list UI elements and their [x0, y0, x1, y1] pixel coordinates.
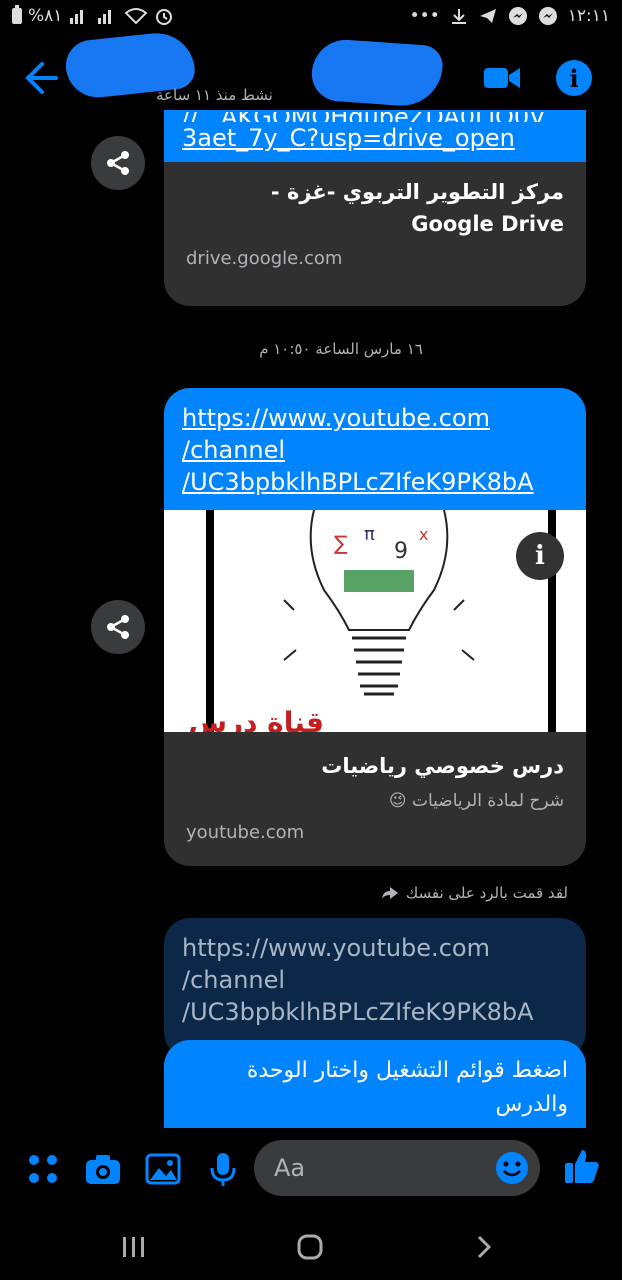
redacted-contact-name[interactable]	[309, 37, 445, 109]
youtube-link-card[interactable]: https://www.youtube.com /channel /UC3bpb…	[164, 388, 586, 866]
youtube-link-line-3: /UC3bpbklhBPLcZIfeK9PK8bA	[182, 468, 534, 496]
recent-apps-icon	[123, 1237, 144, 1257]
composer-bar	[0, 1128, 622, 1212]
clock: ١٢:١١	[567, 6, 610, 26]
thumbnail-caption: قناة درس	[188, 706, 324, 732]
status-bar: %٨١ ••• ١٢:١١	[0, 0, 622, 36]
quoted-line-2: /channel	[182, 966, 286, 994]
camera-icon[interactable]	[84, 1150, 122, 1188]
active-status: نشط منذ ١١ ساعة	[156, 86, 273, 104]
youtube-card-title: درس خصوصي رياضيات	[321, 754, 564, 778]
youtube-card-domain: youtube.com	[186, 822, 305, 843]
back-button[interactable]	[464, 1230, 504, 1264]
thumbnail-info-icon[interactable]: i	[516, 532, 564, 580]
youtube-link-line-1: https://www.youtube.com	[182, 404, 490, 432]
reply-arrow-icon	[381, 887, 398, 899]
sent-message-bubble[interactable]: اضغط قوائم التشغيل واختار الوحدة والدرس	[164, 1040, 586, 1130]
message-timestamp: ١٦ مارس الساعة ١٠:٥٠ م	[259, 340, 423, 358]
messenger-icon-2	[538, 7, 557, 25]
drive-link-card[interactable]: //...AKGOMOHdupeZDA0LjO0V 3aet_7y_C?usp=…	[164, 110, 586, 306]
youtube-link[interactable]: https://www.youtube.com /channel /UC3bpb…	[164, 388, 586, 510]
wifi-icon	[124, 8, 148, 25]
messenger-icon	[508, 7, 527, 25]
quoted-message[interactable]: https://www.youtube.com /channel /UC3bpb…	[164, 918, 586, 1058]
share-icon[interactable]	[91, 136, 145, 190]
home-icon	[297, 1234, 323, 1260]
reply-note-text: لقد قمت بالرد على نفسك	[405, 884, 568, 902]
svg-text:∑: ∑	[334, 531, 348, 555]
svg-text:9: 9	[394, 539, 408, 564]
signal-icon	[70, 10, 84, 24]
quoted-line-3: /UC3bpbklhBPLcZIfeK9PK8bA	[182, 998, 534, 1026]
home-button[interactable]	[290, 1230, 330, 1264]
recent-apps-button[interactable]	[114, 1230, 154, 1264]
chevron-right-icon	[477, 1235, 492, 1259]
drive-link-text: 3aet_7y_C?usp=drive_open	[182, 124, 515, 152]
download-icon	[451, 9, 466, 24]
more-notifications: •••	[409, 6, 440, 26]
signal-icon-2	[98, 10, 112, 24]
reply-note: لقد قمت بالرد على نفسك	[380, 884, 568, 902]
like-thumbs-up-icon[interactable]	[562, 1146, 602, 1186]
drive-link[interactable]: //...AKGOMOHdupeZDA0LjO0V 3aet_7y_C?usp=…	[164, 110, 586, 162]
video-call-icon[interactable]	[482, 62, 522, 94]
drive-card-title: مركز التطوير التربوي -غزة - Google Drive	[270, 180, 564, 236]
share-icon-2[interactable]	[91, 600, 145, 654]
sent-message-text: اضغط قوائم التشغيل واختار الوحدة والدرس	[246, 1058, 568, 1117]
svg-text:π: π	[364, 524, 375, 545]
info-icon[interactable]: i	[556, 60, 592, 96]
quoted-line-1: https://www.youtube.com	[182, 934, 490, 962]
svg-text:x: x	[419, 525, 428, 544]
alarm-icon	[156, 9, 173, 25]
microphone-icon[interactable]	[204, 1150, 242, 1188]
apps-grid-icon[interactable]	[24, 1150, 62, 1188]
emoji-icon[interactable]	[494, 1150, 530, 1186]
youtube-card-subtitle: شرح لمادة الرياضيات 😉	[388, 791, 564, 811]
battery-icon	[12, 5, 22, 24]
drive-link-clipped: //...AKGOMOHdupeZDA0LjO0V	[182, 112, 568, 122]
gallery-icon[interactable]	[144, 1150, 182, 1188]
drive-card-domain: drive.google.com	[186, 248, 343, 269]
system-nav-bar	[0, 1212, 622, 1280]
youtube-thumbnail[interactable]: ∑ π 9 x قناة درس i	[164, 510, 586, 732]
battery-percent: %٨١	[28, 6, 63, 26]
youtube-link-line-2: /channel	[182, 436, 286, 464]
back-arrow-icon[interactable]	[22, 58, 62, 98]
telegram-icon	[479, 9, 496, 23]
